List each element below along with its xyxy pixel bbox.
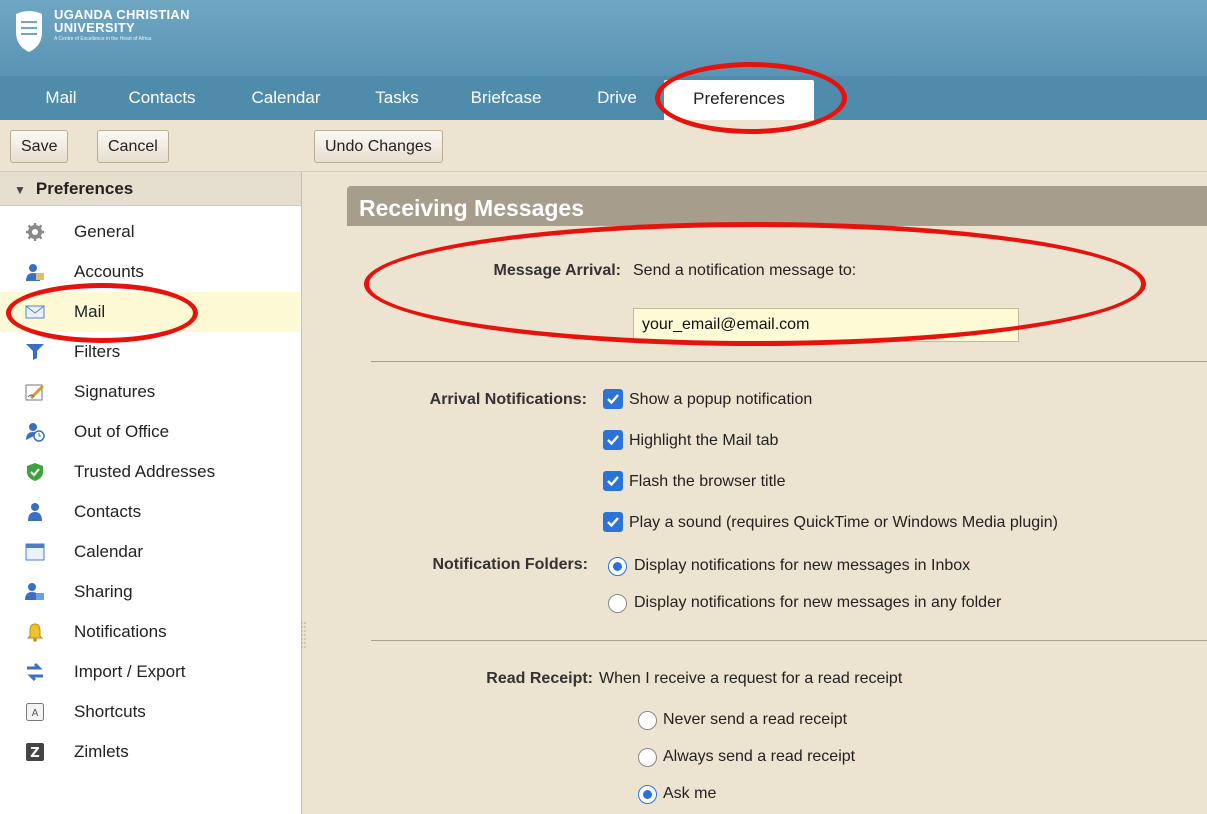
save-button[interactable]: Save <box>10 130 69 163</box>
preferences-main-panel: Receiving Messages Message Arrival: Send… <box>310 172 1207 814</box>
sidebar-item-label: Out of Office <box>74 422 170 441</box>
sidebar-resize-handle[interactable] <box>300 620 308 650</box>
cancel-button[interactable]: Cancel <box>97 130 169 163</box>
app-header: UGANDA CHRISTIAN UNIVERSITY A Centre of … <box>0 0 1207 76</box>
keyboard-icon: A <box>26 703 44 721</box>
sidebar-item-calendar[interactable]: Calendar <box>0 532 300 572</box>
sidebar-item-label: Sharing <box>74 582 133 601</box>
sidebar-item-shortcuts[interactable]: A Shortcuts <box>0 692 300 732</box>
sidebar-item-sharing[interactable]: Sharing <box>0 572 300 612</box>
sidebar-item-label: Filters <box>74 342 121 361</box>
svg-text:A: A <box>32 708 39 719</box>
arrival-notifications-label: Arrival Notifications: <box>429 391 587 408</box>
sidebar-item-import-export[interactable]: Import / Export <box>0 652 300 692</box>
sidebar-item-out-of-office[interactable]: Out of Office <box>0 412 300 452</box>
university-tagline: A Centre of Excellence in the Heart of A… <box>54 36 152 42</box>
envelope-icon <box>25 305 45 319</box>
university-name-line2: UNIVERSITY <box>54 20 136 35</box>
out-of-office-icon <box>26 423 45 442</box>
sidebar-item-filters[interactable]: Filters <box>0 332 300 372</box>
sidebar-item-label: Import / Export <box>74 662 186 681</box>
highlight-mail-tab-label: Highlight the Mail tab <box>629 432 779 449</box>
university-crest-icon <box>16 11 42 52</box>
sidebar-item-accounts[interactable]: Accounts <box>0 252 300 292</box>
collapse-triangle-icon[interactable]: ▼ <box>14 183 26 197</box>
always-send-receipt-label: Always send a read receipt <box>663 748 856 765</box>
sidebar-item-contacts[interactable]: Contacts <box>0 492 300 532</box>
notification-folders-label: Notification Folders: <box>432 556 588 573</box>
ask-me-receipt-label: Ask me <box>663 785 717 802</box>
gear-icon <box>26 223 44 241</box>
tab-tasks[interactable]: Tasks <box>360 76 434 120</box>
sidebar-item-label: Zimlets <box>74 742 129 761</box>
sidebar-item-label: Calendar <box>74 542 143 561</box>
tab-calendar[interactable]: Calendar <box>236 76 336 120</box>
bell-icon <box>26 623 44 642</box>
sidebar-item-label: Signatures <box>74 382 156 401</box>
play-sound-checkbox[interactable] <box>603 512 623 532</box>
sidebar-item-label: Trusted Addresses <box>74 462 216 481</box>
popup-notification-label: Show a popup notification <box>629 391 813 408</box>
any-folder-notifications-radio[interactable] <box>608 594 627 613</box>
flash-browser-title-label: Flash the browser title <box>629 473 786 490</box>
svg-text:Z: Z <box>30 746 39 761</box>
highlight-mail-tab-checkbox[interactable] <box>603 430 623 450</box>
toolbar: Save Cancel Undo Changes <box>0 120 1207 172</box>
sidebar-item-label: Accounts <box>74 262 144 281</box>
section-divider <box>371 361 1207 362</box>
tab-mail[interactable]: Mail <box>22 76 100 120</box>
preferences-sidebar: ▼ Preferences General Accounts Mail Filte… <box>0 172 302 814</box>
never-send-receipt-label: Never send a read receipt <box>663 711 848 728</box>
calendar-icon <box>25 543 45 561</box>
signature-icon <box>25 384 45 401</box>
play-sound-label: Play a sound (requires QuickTime or Wind… <box>629 514 1058 531</box>
sidebar-item-label: General <box>74 222 135 241</box>
sidebar-item-label: Shortcuts <box>74 702 146 721</box>
zimlet-icon: Z <box>26 743 44 761</box>
read-receipt-text: When I receive a request for a read rece… <box>599 670 903 687</box>
accounts-icon <box>26 264 44 281</box>
message-arrival-label: Message Arrival: <box>493 262 621 279</box>
ask-me-receipt-radio[interactable] <box>638 785 657 804</box>
sidebar-item-label: Notifications <box>74 622 167 641</box>
sidebar-item-general[interactable]: General <box>0 212 300 252</box>
tab-contacts[interactable]: Contacts <box>112 76 212 120</box>
always-send-receipt-radio[interactable] <box>638 748 657 767</box>
tab-drive[interactable]: Drive <box>582 76 652 120</box>
filter-icon <box>26 344 44 360</box>
preferences-tree-header[interactable]: ▼ Preferences <box>0 172 301 206</box>
inbox-notifications-radio[interactable] <box>608 557 627 576</box>
inbox-notifications-label: Display notifications for new messages i… <box>634 557 971 574</box>
app-tab-bar: Mail Contacts Calendar Tasks Briefcase D… <box>0 76 1207 120</box>
sharing-icon <box>25 583 44 600</box>
undo-changes-button[interactable]: Undo Changes <box>314 130 443 163</box>
any-folder-notifications-label: Display notifications for new messages i… <box>634 594 1002 611</box>
sidebar-item-zimlets[interactable]: Z Zimlets <box>0 732 300 772</box>
sidebar-item-signatures[interactable]: Signatures <box>0 372 300 412</box>
person-icon <box>28 503 42 521</box>
sidebar-item-label: Mail <box>74 302 106 321</box>
notification-email-field[interactable]: your_email@email.com <box>633 308 1019 342</box>
section-title: Receiving Messages <box>347 186 1207 226</box>
shield-icon <box>27 463 43 481</box>
sidebar-item-label: Contacts <box>74 502 142 521</box>
sidebar-item-trusted-addresses[interactable]: Trusted Addresses <box>0 452 300 492</box>
read-receipt-label: Read Receipt: <box>486 670 593 687</box>
section-divider <box>371 640 1207 641</box>
receiving-messages-section: Receiving Messages Message Arrival: Send… <box>347 186 1207 814</box>
preferences-tree-title: Preferences <box>35 179 134 198</box>
app-window: UGANDA CHRISTIAN UNIVERSITY A Centre of … <box>0 0 1207 814</box>
university-logo[interactable]: UGANDA CHRISTIAN UNIVERSITY A Centre of … <box>12 8 190 54</box>
message-arrival-text: Send a notification message to: <box>633 262 857 279</box>
import-export-icon <box>27 662 43 682</box>
flash-browser-title-checkbox[interactable] <box>603 471 623 491</box>
sidebar-item-notifications[interactable]: Notifications <box>0 612 300 652</box>
never-send-receipt-radio[interactable] <box>638 711 657 730</box>
university-name: UGANDA CHRISTIAN UNIVERSITY A Centre of … <box>54 8 190 44</box>
popup-notification-checkbox[interactable] <box>603 389 623 409</box>
tab-preferences[interactable]: Preferences <box>664 80 814 120</box>
tab-briefcase[interactable]: Briefcase <box>456 76 556 120</box>
sidebar-item-mail[interactable]: Mail <box>0 292 300 332</box>
